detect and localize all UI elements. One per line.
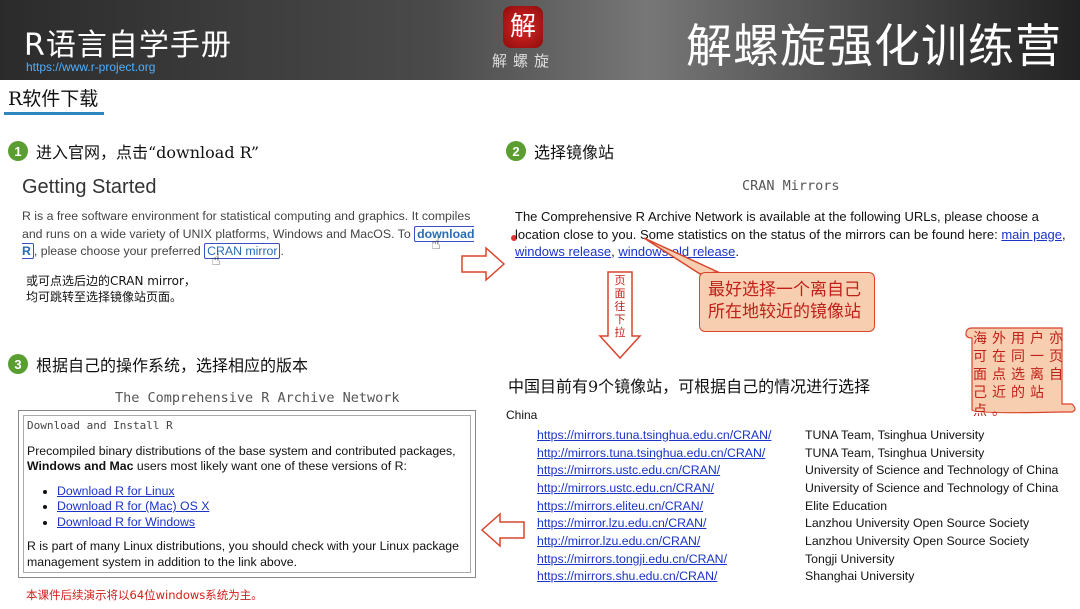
list-item: Download R for Linux xyxy=(57,484,467,500)
scroll-down-label: 页面往下拉 xyxy=(614,274,626,339)
mirror-url-link[interactable]: https://mirrors.ustc.edu.cn/CRAN/ xyxy=(537,463,720,477)
callout-nearby-mirror: 最好选择一个离自己 所在地较近的镜像站 xyxy=(699,272,875,332)
step-1: 1 进入官网，点击“download R” xyxy=(8,139,259,163)
mirror-name: Lanzhou University Open Source Society xyxy=(805,516,1030,531)
mirror-row: http://mirrors.ustc.edu.cn/CRAN/Universi… xyxy=(537,479,1058,497)
step-2-text: 选择镜像站 xyxy=(534,143,615,162)
download-mac-link[interactable]: Download R for (Mac) OS X xyxy=(57,499,209,513)
list-item: Download R for (Mac) OS X xyxy=(57,499,467,515)
mirror-url-link[interactable]: http://mirror.lzu.edu.cn/CRAN/ xyxy=(537,534,700,548)
download-box-outro: R is part of many Linux distributions, y… xyxy=(27,539,459,569)
mirror-name: Lanzhou University Open Source Society xyxy=(805,533,1030,548)
mirror-url-link[interactable]: https://mirrors.eliteu.cn/CRAN/ xyxy=(537,499,703,513)
mirror-row: http://mirrors.tuna.tsinghua.edu.cn/CRAN… xyxy=(537,444,1058,462)
download-linux-link[interactable]: Download R for Linux xyxy=(57,484,175,498)
cran-body: The Comprehensive R Archive Network is a… xyxy=(515,209,1066,259)
mirror-name: TUNA Team, Tsinghua University xyxy=(805,445,985,460)
hand-cursor-icon: ☝ xyxy=(211,250,221,269)
seal-logo: 解 xyxy=(503,6,543,48)
section-title: R软件下载 xyxy=(8,88,99,110)
download-install-box: Download and Install R Precompiled binar… xyxy=(18,410,476,578)
left-arrow-icon xyxy=(480,512,525,548)
mirror-url-link[interactable]: https://mirrors.tongji.edu.cn/CRAN/ xyxy=(537,552,727,566)
mirror-row: https://mirrors.tuna.tsinghua.edu.cn/CRA… xyxy=(537,426,1058,444)
overseas-note: 海外用户亦可在同一页面点选离自己近的站点。 xyxy=(973,331,1068,419)
note-cran-mirror: 或可点选后边的CRAN mirror， 均可跳转至选择镜像站页面。 xyxy=(26,274,196,304)
mirror-heading: 中国目前有9个镜像站，可根据自己的情况进行选择 xyxy=(508,377,871,396)
mirror-row: https://mirrors.eliteu.cn/CRAN/Elite Edu… xyxy=(537,497,1058,515)
mirror-url-link[interactable]: https://mirror.lzu.edu.cn/CRAN/ xyxy=(537,516,706,530)
mirror-row: https://mirrors.ustc.edu.cn/CRAN/Univers… xyxy=(537,461,1058,479)
getting-started-title: Getting Started xyxy=(22,176,157,198)
header-url[interactable]: https://www.r-project.org xyxy=(26,60,155,74)
mirror-list: https://mirrors.tuna.tsinghua.edu.cn/CRA… xyxy=(537,426,1058,585)
step-3: 3 根据自己的操作系统，选择相应的版本 xyxy=(8,352,308,376)
mirror-name: Tongji University xyxy=(805,551,895,566)
mirror-name: University of Science and Technology of … xyxy=(805,463,1059,478)
mirror-url-link[interactable]: http://mirrors.ustc.edu.cn/CRAN/ xyxy=(537,481,714,495)
section-underline xyxy=(4,112,104,115)
download-box-intro: Precompiled binary distributions of the … xyxy=(27,443,456,474)
course-title: R语言自学手册 xyxy=(24,28,232,63)
cran-network-title: The Comprehensive R Archive Network xyxy=(115,390,400,406)
mirror-name: University of Science and Technology of … xyxy=(805,480,1059,495)
list-item: Download R for Windows xyxy=(57,515,467,531)
main-page-link[interactable]: main page xyxy=(1001,227,1062,242)
footnote: 本课件后续演示将以64位windows系统为主。 xyxy=(26,588,263,602)
mirror-row: https://mirrors.shu.edu.cn/CRAN/Shanghai… xyxy=(537,568,1058,586)
mirror-name: Shanghai University xyxy=(805,569,915,584)
mirror-row: https://mirror.lzu.edu.cn/CRAN/Lanzhou U… xyxy=(537,514,1058,532)
step-3-text: 根据自己的操作系统，选择相应的版本 xyxy=(36,356,309,375)
mirror-url-link[interactable]: http://mirrors.tuna.tsinghua.edu.cn/CRAN… xyxy=(537,446,765,460)
mirror-row: https://mirrors.tongji.edu.cn/CRAN/Tongj… xyxy=(537,550,1058,568)
brand-title: 解螺旋强化训练营 xyxy=(686,19,1062,73)
china-label: China xyxy=(506,408,538,422)
hand-cursor-icon: ☝ xyxy=(431,234,441,253)
step-2-number: 2 xyxy=(506,141,526,161)
header-banner: R语言自学手册 https://www.r-project.org 解 解螺旋 … xyxy=(0,0,1080,80)
mirror-name: Elite Education xyxy=(805,498,888,513)
mirror-url-link[interactable]: https://mirrors.tuna.tsinghua.edu.cn/CRA… xyxy=(537,428,771,442)
step-1-number: 1 xyxy=(8,141,28,161)
right-arrow-icon xyxy=(461,246,506,282)
step-2: 2 选择镜像站 xyxy=(506,139,614,163)
windows-release-link[interactable]: windows release xyxy=(515,244,611,259)
download-box-heading: Download and Install R xyxy=(27,419,173,432)
seal-logo-text: 解螺旋 xyxy=(492,52,556,70)
mirror-url-link[interactable]: https://mirrors.shu.edu.cn/CRAN/ xyxy=(537,569,717,583)
mirror-name: TUNA Team, Tsinghua University xyxy=(805,427,985,442)
mirror-row: http://mirror.lzu.edu.cn/CRAN/Lanzhou Un… xyxy=(537,532,1058,550)
step-3-number: 3 xyxy=(8,354,28,374)
step-1-text: 进入官网，点击“download R” xyxy=(36,143,260,162)
download-windows-link[interactable]: Download R for Windows xyxy=(57,515,195,529)
getting-started-body: R is a free software environment for sta… xyxy=(22,209,475,259)
cran-mirrors-title: CRAN Mirrors xyxy=(742,178,840,194)
